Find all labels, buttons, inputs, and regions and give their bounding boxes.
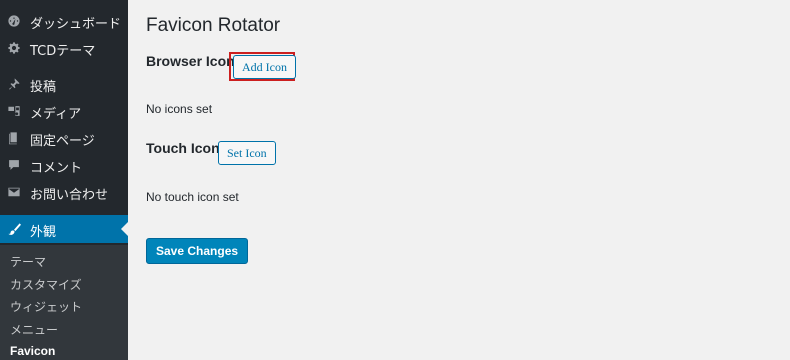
mail-icon (7, 185, 21, 199)
set-icon-button[interactable]: Set Icon (218, 141, 276, 165)
sidebar-item-label: 投稿 (30, 80, 57, 95)
touch-icon-heading: Touch Icon (146, 140, 220, 156)
browser-icon-heading: Browser Icon (146, 53, 235, 69)
submenu-item-favicon[interactable]: Favicon (10, 344, 55, 358)
comment-icon (7, 158, 21, 172)
paintbrush-icon (7, 222, 21, 236)
pin-icon (7, 77, 21, 91)
submenu-item-menus[interactable]: メニュー (10, 321, 58, 338)
sidebar-item-media[interactable]: メディア (0, 98, 128, 124)
submenu-item-themes[interactable]: テーマ (10, 253, 46, 270)
sidebar-item-label: コメント (30, 161, 83, 176)
sidebar-item-contact[interactable]: お問い合わせ (0, 179, 128, 205)
save-changes-button[interactable]: Save Changes (146, 238, 249, 264)
sidebar-item-appearance[interactable]: 外観 (0, 215, 128, 243)
sidebar-item-posts[interactable]: 投稿 (0, 71, 128, 97)
sidebar-item-label: 外観 (30, 225, 57, 240)
submenu-item-customize[interactable]: カスタマイズ (10, 276, 82, 293)
active-indicator-arrow (121, 222, 128, 236)
page-title: Favicon Rotator (146, 15, 281, 36)
page-icon (7, 131, 21, 145)
media-icon (7, 104, 21, 118)
sidebar-item-label: TCDテーマ (30, 44, 96, 59)
touch-icon-status: No touch icon set (146, 190, 239, 204)
sidebar-item-label: お問い合わせ (30, 188, 109, 203)
appearance-submenu: テーマ カスタマイズ ウィジェット メニュー Favicon (0, 245, 128, 360)
sidebar-item-label: ダッシュボード (30, 17, 122, 32)
admin-sidebar: ダッシュボード TCDテーマ 投稿 メディア 固定ページ コメント お問い合わせ… (0, 0, 128, 360)
sidebar-item-tcd-theme[interactable]: TCDテーマ (0, 35, 128, 61)
sidebar-item-pages[interactable]: 固定ページ (0, 125, 128, 151)
sidebar-item-label: 固定ページ (30, 134, 95, 149)
sidebar-item-comments[interactable]: コメント (0, 152, 128, 178)
dashboard-icon (7, 14, 21, 28)
gear-icon (7, 41, 21, 55)
add-icon-button[interactable]: Add Icon (233, 55, 296, 79)
sidebar-item-label: メディア (30, 107, 82, 122)
browser-icon-status: No icons set (146, 102, 213, 116)
submenu-item-widgets[interactable]: ウィジェット (10, 298, 82, 315)
sidebar-item-dashboard[interactable]: ダッシュボード (0, 8, 128, 34)
